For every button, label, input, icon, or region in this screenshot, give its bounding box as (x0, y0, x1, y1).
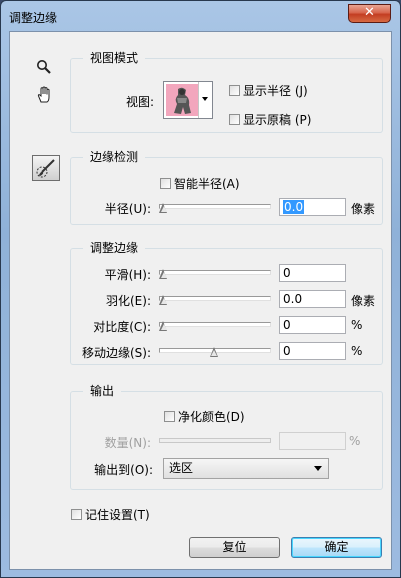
reset-button-label: 复位 (222, 540, 247, 554)
reset-button[interactable]: 复位 (189, 537, 280, 558)
feather-slider-thumb[interactable] (159, 295, 168, 305)
feather-value: 0.0 (283, 292, 303, 306)
refine-radius-tool[interactable] (32, 155, 60, 181)
refine-edge-dialog: 调整边缘 ✕ 视图模式 视图: 显示半径 (J) 显示原稿 (P) 边缘检测 智… (0, 0, 401, 578)
radius-slider-track[interactable] (159, 204, 271, 209)
feather-input[interactable]: 0.0 (279, 290, 346, 308)
show-original-checkbox[interactable] (229, 114, 240, 125)
smart-radius-checkbox[interactable] (160, 178, 171, 189)
close-button[interactable]: ✕ (348, 4, 391, 23)
remember-settings-checkbox[interactable] (71, 509, 82, 520)
radius-unit: 像素 (351, 202, 376, 216)
refine-radius-brush-icon (36, 159, 55, 178)
output-group: 输出 净化颜色(D) 数量(N): % 输出到(O): 选区 (70, 384, 383, 490)
zoom-icon (37, 60, 51, 74)
show-radius-checkbox[interactable] (229, 85, 240, 96)
feather-unit: 像素 (351, 294, 376, 308)
contrast-slider-thumb[interactable] (159, 321, 168, 331)
adjust-edge-group: 调整边缘 平滑(H): 0 羽化(E): 0.0 像素 对比度(C): 0 % … (70, 241, 383, 365)
dialog-client-area: 视图模式 视图: 显示半径 (J) 显示原稿 (P) 边缘检测 智能半径(A) … (9, 31, 392, 570)
remember-settings-label: 记住设置(T) (85, 508, 150, 522)
amount-label: 数量(N): (104, 436, 151, 450)
decontaminate-checkbox[interactable] (164, 411, 175, 422)
contrast-slider-track[interactable] (159, 322, 271, 327)
view-label: 视图: (126, 95, 155, 109)
edge-detection-group: 边缘检测 智能半径(A) 半径(U): 0.0 像素 (70, 150, 383, 225)
hand-tool[interactable] (36, 86, 53, 108)
contrast-value: 0 (283, 318, 291, 332)
output-to-label: 输出到(O): (94, 463, 153, 477)
feather-slider-track[interactable] (159, 296, 271, 301)
contrast-unit: % (351, 318, 363, 332)
smooth-input[interactable]: 0 (279, 264, 346, 282)
smart-radius-label: 智能半径(A) (174, 177, 240, 191)
smooth-slider-thumb[interactable] (159, 269, 168, 279)
amount-unit: % (349, 434, 361, 448)
title-bar[interactable]: 调整边缘 ✕ (1, 1, 400, 31)
radius-label: 半径(U): (104, 202, 151, 216)
show-original-label: 显示原稿 (P) (243, 113, 312, 127)
view-mode-group: 视图模式 视图: 显示半径 (J) 显示原稿 (P) (70, 51, 383, 133)
shift-edge-input[interactable]: 0 (279, 342, 346, 360)
smooth-label: 平滑(H): (104, 268, 151, 282)
chevron-down-icon (198, 82, 212, 118)
output-legend: 输出 (83, 384, 122, 398)
shift-edge-unit: % (351, 344, 363, 358)
contrast-input[interactable]: 0 (279, 316, 346, 334)
view-mode-legend: 视图模式 (83, 51, 146, 65)
shift-edge-slider-thumb[interactable] (209, 347, 219, 357)
decontaminate-label: 净化颜色(D) (178, 410, 245, 424)
hand-icon (37, 86, 50, 103)
amount-input (279, 432, 346, 450)
adjust-edge-legend: 调整边缘 (83, 241, 146, 255)
chevron-down-icon (314, 466, 322, 471)
shift-edge-value: 0 (283, 344, 291, 358)
feather-label: 羽化(E): (106, 294, 151, 308)
smooth-slider-track[interactable] (159, 270, 271, 275)
shift-edge-label: 移动边缘(S): (81, 346, 151, 360)
zoom-tool[interactable] (36, 59, 52, 79)
dialog-title: 调整边缘 (9, 11, 58, 25)
output-to-dropdown[interactable]: 选区 (163, 458, 329, 479)
view-picker[interactable] (163, 81, 213, 119)
output-to-value: 选区 (169, 461, 194, 475)
view-thumbnail (166, 84, 198, 116)
smooth-value: 0 (283, 266, 291, 280)
contrast-label: 对比度(C): (93, 320, 151, 334)
show-radius-label: 显示半径 (J) (243, 84, 308, 98)
ok-button-label: 确定 (324, 540, 349, 554)
radius-input[interactable]: 0.0 (279, 198, 346, 216)
edge-detection-legend: 边缘检测 (83, 150, 146, 164)
close-icon: ✕ (364, 5, 375, 20)
radius-value: 0.0 (283, 200, 305, 214)
ok-button[interactable]: 确定 (291, 537, 382, 558)
amount-slider-track (159, 438, 271, 443)
radius-slider-thumb[interactable] (159, 203, 168, 213)
